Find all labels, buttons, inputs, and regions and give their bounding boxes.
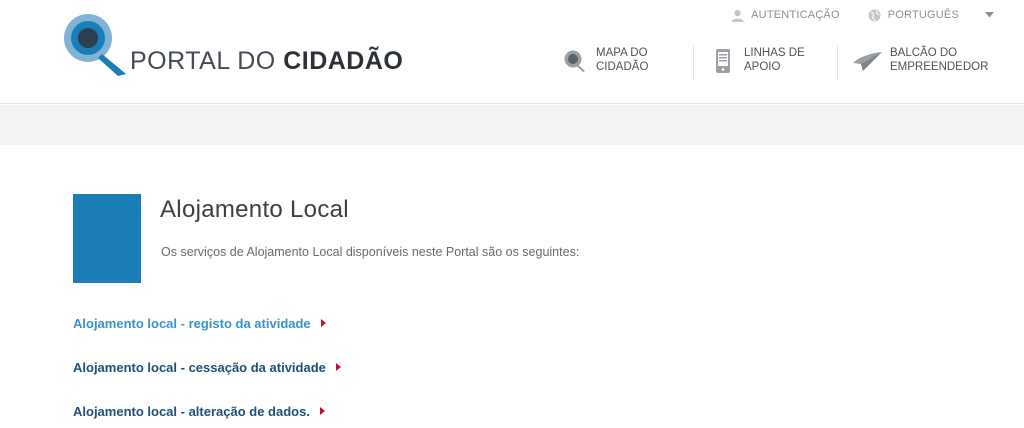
quicklink-line1: BALCÃO DO [890,47,958,59]
top-utility-bar: AUTENTICAÇÃO PORTUGUÊS [731,6,994,24]
globe-icon [868,9,881,21]
quicklink-line1: LINHAS DE [744,47,805,59]
service-links: Alojamento local - registo da atividade … [73,314,341,428]
language-label: PORTUGUÊS [887,9,959,21]
portal-name-bold: CIDADÃO [283,47,404,75]
service-link-label: Alojamento local - cessação da atividade [73,359,326,375]
quicklink-line2: EMPREENDEDOR [890,61,989,73]
section-color-block [73,194,141,283]
page-title: Alojamento Local [160,196,349,223]
service-link-alteracao[interactable]: Alojamento local - alteração de dados. [73,402,341,420]
service-link-registo[interactable]: Alojamento local - registo da atividade [73,314,341,332]
quicklink-linhas-de-apoio[interactable]: LINHAS DE APOIO [694,46,837,80]
quicklink-line1: MAPA DO [596,47,648,59]
plane-icon [853,52,882,71]
map-search-icon [564,50,585,72]
quicklink-balcao-do-empreendedor[interactable]: BALCÃO DO EMPREENDEDOR [838,46,1000,80]
chevron-down-icon[interactable] [985,12,994,18]
service-link-cessacao[interactable]: Alojamento local - cessação da atividade [73,358,341,376]
service-link-label: Alojamento local - registo da atividade [73,315,311,331]
arrow-right-icon [335,363,341,371]
portal-logo[interactable]: PORTAL DO CIDADÃO [58,8,403,84]
quick-links: MAPA DO CIDADÃO LINHAS DE APOIO BALCÃO D… [560,46,1000,80]
mobile-phone-icon [716,49,730,73]
user-icon [731,9,744,22]
portal-name: PORTAL DO CIDADÃO [130,46,403,76]
site-header: PORTAL DO CIDADÃO AUTENTICAÇÃO PORTUGUÊS [0,0,1024,104]
quicklink-line2: APOIO [744,61,781,73]
arrow-right-icon [320,319,326,327]
service-link-label: Alojamento local - alteração de dados. [73,403,310,419]
portal-name-light: PORTAL DO [130,47,284,75]
language-selector[interactable]: PORTUGUÊS [868,9,994,22]
breadcrumb-band [0,105,1024,145]
authentication-link[interactable]: AUTENTICAÇÃO [731,9,840,22]
page-intro: Os serviços de Alojamento Local disponív… [161,245,580,259]
arrow-right-icon [319,407,325,415]
magnifier-logo-icon [64,14,126,76]
quicklink-line2: CIDADÃO [596,61,649,73]
quicklink-mapa-do-cidadao[interactable]: MAPA DO CIDADÃO [560,46,693,80]
authentication-label: AUTENTICAÇÃO [751,9,840,21]
